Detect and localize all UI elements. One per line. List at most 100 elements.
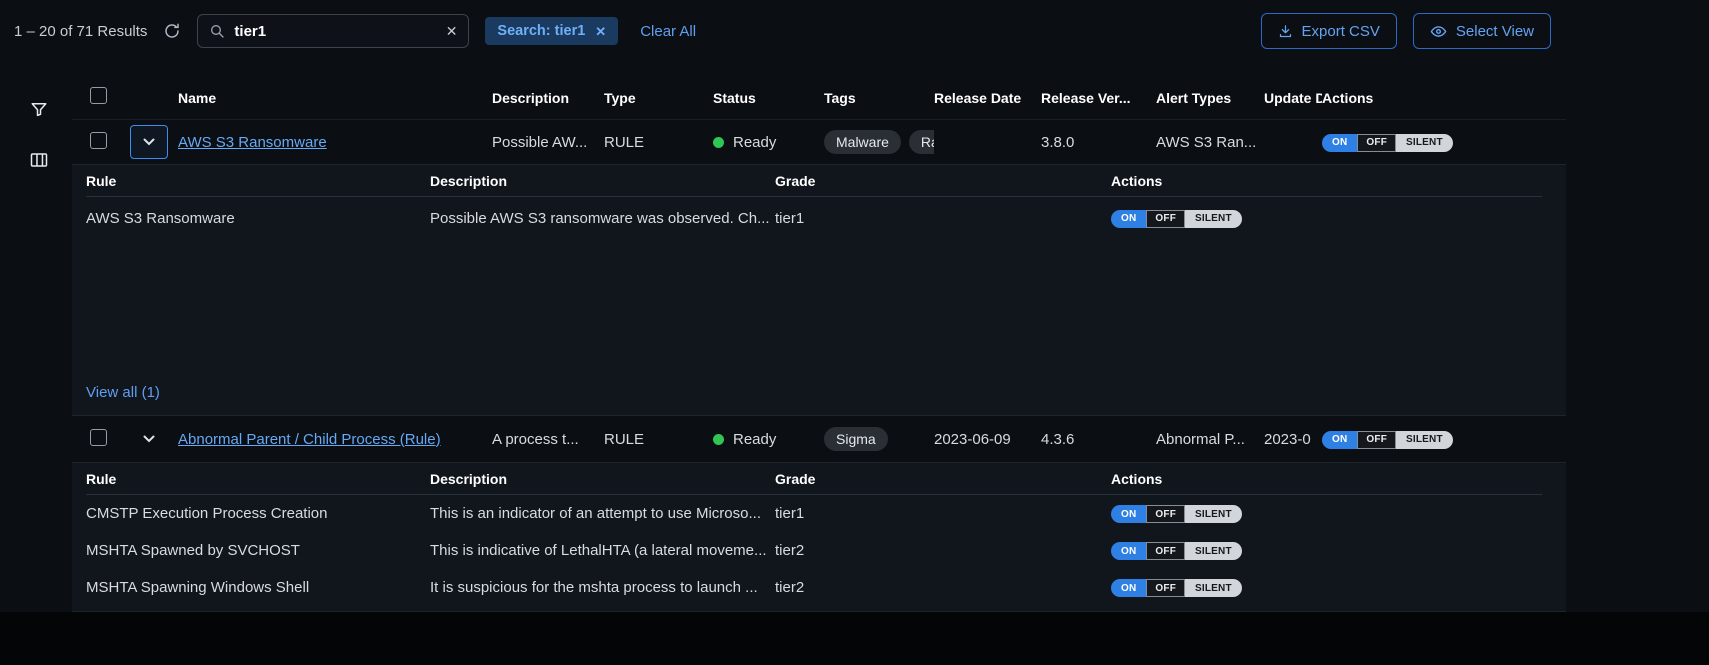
toggle-on[interactable]: ON bbox=[1111, 210, 1146, 228]
search-filter-chip[interactable]: Search: tier1 ✕ bbox=[485, 17, 618, 45]
row-description: A process t... bbox=[492, 431, 604, 448]
row-type: RULE bbox=[604, 431, 713, 448]
tag-chip: Ra bbox=[909, 130, 934, 154]
sub-table-row: MSHTA Spawned by SVCHOST This is indicat… bbox=[86, 532, 1542, 569]
expand-row-button[interactable] bbox=[130, 422, 168, 456]
clear-search-icon[interactable]: ✕ bbox=[446, 24, 458, 38]
eye-icon bbox=[1430, 23, 1447, 40]
row-type: RULE bbox=[604, 134, 713, 151]
download-icon bbox=[1278, 24, 1293, 39]
toggle-on[interactable]: ON bbox=[1111, 542, 1146, 560]
select-view-button[interactable]: Select View bbox=[1413, 13, 1551, 49]
refresh-icon bbox=[163, 22, 181, 40]
search-input[interactable] bbox=[234, 23, 436, 40]
table-row: Abnormal Parent / Child Process (Rule) A… bbox=[72, 416, 1566, 462]
toggle-silent[interactable]: SILENT bbox=[1185, 542, 1242, 560]
chevron-down-icon bbox=[143, 138, 155, 146]
export-csv-label: Export CSV bbox=[1302, 23, 1380, 40]
sub-rule-description: It is suspicious for the mshta process t… bbox=[430, 579, 775, 596]
state-toggle[interactable]: ON OFF SILENT bbox=[1111, 579, 1242, 597]
rules-table: Name Description Type Status Tags Releas… bbox=[72, 62, 1566, 612]
state-toggle[interactable]: ON OFF SILENT bbox=[1111, 542, 1242, 560]
column-header-tags[interactable]: Tags bbox=[824, 90, 934, 106]
sub-rule-name: MSHTA Spawned by SVCHOST bbox=[86, 542, 430, 559]
column-header-type[interactable]: Type bbox=[604, 90, 713, 106]
toggle-on[interactable]: ON bbox=[1111, 579, 1146, 597]
column-header-name[interactable]: Name bbox=[178, 90, 492, 106]
toggle-on[interactable]: ON bbox=[1322, 134, 1357, 152]
sub-rule-description: Possible AWS S3 ransomware was observed.… bbox=[430, 210, 775, 227]
toggle-off[interactable]: OFF bbox=[1357, 431, 1396, 449]
status-dot bbox=[713, 137, 724, 148]
toggle-silent[interactable]: SILENT bbox=[1185, 579, 1242, 597]
row-checkbox[interactable] bbox=[90, 132, 107, 149]
sub-column-header-actions: Actions bbox=[1111, 173, 1542, 189]
column-header-status[interactable]: Status bbox=[713, 90, 824, 106]
row-release-date: 2023-06-09 bbox=[934, 431, 1041, 448]
sub-column-header-actions: Actions bbox=[1111, 471, 1542, 487]
toggle-off[interactable]: OFF bbox=[1146, 210, 1185, 228]
topbar: 1 – 20 of 71 Results ✕ Search: tier1 ✕ C… bbox=[0, 0, 1709, 62]
columns-icon[interactable] bbox=[30, 152, 48, 168]
toggle-silent[interactable]: SILENT bbox=[1185, 505, 1242, 523]
toggle-silent[interactable]: SILENT bbox=[1185, 210, 1242, 228]
toggle-on[interactable]: ON bbox=[1322, 431, 1357, 449]
sub-column-header-description: Description bbox=[430, 173, 775, 189]
expanded-panel: Rule Description Grade Actions AWS S3 Ra… bbox=[72, 164, 1566, 416]
toggle-off[interactable]: OFF bbox=[1146, 542, 1185, 560]
row-description: Possible AW... bbox=[492, 134, 604, 151]
search-box[interactable]: ✕ bbox=[197, 14, 469, 48]
search-icon bbox=[209, 23, 225, 39]
column-header-update-date[interactable]: Update D bbox=[1264, 90, 1322, 106]
select-all-checkbox[interactable] bbox=[90, 87, 107, 104]
column-header-alert-types[interactable]: Alert Types bbox=[1156, 90, 1264, 106]
table-header-row: Name Description Type Status Tags Releas… bbox=[72, 62, 1566, 120]
sub-column-header-description: Description bbox=[430, 471, 775, 487]
toggle-on[interactable]: ON bbox=[1111, 505, 1146, 523]
select-view-label: Select View bbox=[1456, 23, 1534, 40]
rule-name-link[interactable]: Abnormal Parent / Child Process (Rule) bbox=[178, 431, 441, 448]
toggle-off[interactable]: OFF bbox=[1146, 505, 1185, 523]
sub-table-row: AWS S3 Ransomware Possible AWS S3 ransom… bbox=[86, 197, 1542, 239]
row-alert-types: AWS S3 Ran... bbox=[1156, 134, 1264, 151]
sub-rule-name: CMSTP Execution Process Creation bbox=[86, 505, 430, 522]
sub-column-header-grade: Grade bbox=[775, 471, 1111, 487]
tags-cell: Malware Ra bbox=[824, 130, 934, 154]
expanded-panel: Rule Description Grade Actions CMSTP Exe… bbox=[72, 462, 1566, 612]
state-toggle[interactable]: ON OFF SILENT bbox=[1322, 431, 1453, 449]
toggle-off[interactable]: OFF bbox=[1357, 134, 1396, 152]
column-header-actions[interactable]: Actions bbox=[1322, 90, 1566, 106]
export-csv-button[interactable]: Export CSV bbox=[1261, 13, 1397, 49]
status-dot bbox=[713, 434, 724, 445]
state-toggle[interactable]: ON OFF SILENT bbox=[1322, 134, 1453, 152]
toggle-silent[interactable]: SILENT bbox=[1396, 431, 1453, 449]
content: Name Description Type Status Tags Releas… bbox=[0, 62, 1709, 612]
status-label: Ready bbox=[733, 431, 776, 448]
refresh-button[interactable] bbox=[163, 22, 181, 40]
sub-column-header-rule: Rule bbox=[86, 471, 430, 487]
filter-icon[interactable] bbox=[30, 100, 48, 118]
tag-chip: Malware bbox=[824, 130, 901, 154]
sub-column-header-grade: Grade bbox=[775, 173, 1111, 189]
view-all-link[interactable]: View all (1) bbox=[86, 384, 160, 401]
left-toolbar bbox=[0, 62, 72, 612]
sub-rule-name: MSHTA Spawning Windows Shell bbox=[86, 579, 430, 596]
chevron-down-icon bbox=[143, 435, 155, 443]
rule-name-link[interactable]: AWS S3 Ransomware bbox=[178, 134, 327, 151]
column-header-description[interactable]: Description bbox=[492, 90, 604, 106]
sub-rule-name: AWS S3 Ransomware bbox=[86, 210, 430, 227]
sub-rule-description: This is indicative of LethalHTA (a later… bbox=[430, 542, 775, 559]
state-toggle[interactable]: ON OFF SILENT bbox=[1111, 210, 1242, 228]
row-alert-types: Abnormal P... bbox=[1156, 431, 1264, 448]
sub-table-row: CMSTP Execution Process Creation This is… bbox=[86, 495, 1542, 532]
row-checkbox[interactable] bbox=[90, 429, 107, 446]
toggle-silent[interactable]: SILENT bbox=[1396, 134, 1453, 152]
column-header-release-version[interactable]: Release Ver... bbox=[1041, 90, 1156, 106]
clear-all-link[interactable]: Clear All bbox=[640, 23, 696, 40]
tag-chip: Sigma bbox=[824, 427, 888, 451]
expand-row-button[interactable] bbox=[130, 125, 168, 159]
toggle-off[interactable]: OFF bbox=[1146, 579, 1185, 597]
state-toggle[interactable]: ON OFF SILENT bbox=[1111, 505, 1242, 523]
chip-close-icon[interactable]: ✕ bbox=[595, 25, 606, 38]
column-header-release-date[interactable]: Release Date bbox=[934, 90, 1041, 106]
